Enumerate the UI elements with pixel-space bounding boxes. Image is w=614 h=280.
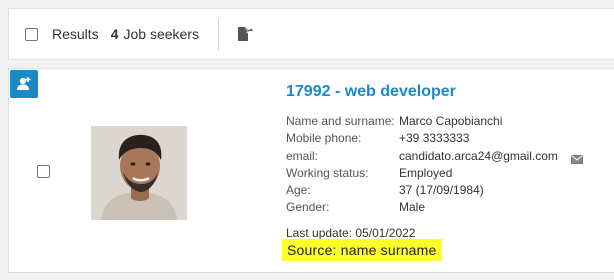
source-highlight: Source: name surname	[282, 239, 442, 261]
last-update: Last update: 05/01/2022	[286, 226, 415, 240]
select-all-checkbox[interactable]	[25, 27, 38, 41]
candidate-photo	[91, 126, 187, 220]
candidate-card: 17992 - web developer Name and surname: …	[8, 68, 614, 273]
field-label: Age:	[286, 183, 311, 198]
envelope-icon[interactable]	[571, 152, 583, 169]
candidate-title[interactable]: 17992 - web developer	[286, 83, 456, 101]
field-label: Mobile phone:	[286, 131, 362, 146]
field-label: email:	[286, 148, 319, 163]
field-value: candidato.arca24@gmail.com	[399, 148, 558, 163]
field-value: Employed	[399, 165, 453, 180]
export-icon[interactable]	[235, 24, 255, 44]
results-toolbar: Results 4 Job seekers	[8, 8, 614, 60]
add-user-icon[interactable]	[10, 70, 38, 98]
candidate-checkbox[interactable]	[37, 165, 50, 178]
field-value: Male	[399, 200, 426, 215]
field-value: 37 (17/09/1984)	[399, 183, 484, 198]
field-label: Gender:	[286, 200, 330, 215]
field-value: +39 3333333	[399, 131, 470, 146]
toolbar-divider	[217, 18, 219, 50]
results-unit: Job seekers	[123, 26, 199, 42]
field-label: Name and surname:	[286, 114, 395, 128]
field-value: Marco Capobianchi	[399, 114, 503, 128]
last-update-label: Last update:	[286, 226, 353, 240]
field-label: Working status:	[286, 165, 369, 180]
results-count: 4	[110, 26, 119, 42]
last-update-value: 05/01/2022	[355, 226, 416, 240]
results-label: Results	[52, 26, 99, 42]
